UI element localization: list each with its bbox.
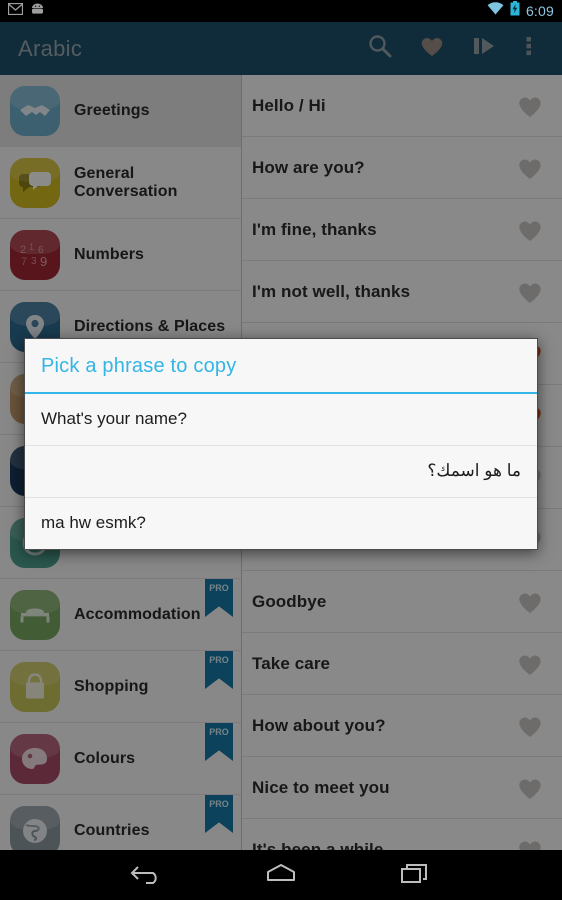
home-button[interactable] xyxy=(246,850,316,900)
android-navigation-bar xyxy=(0,850,562,900)
dialog-title: Pick a phrase to copy xyxy=(41,355,237,377)
android-robot-icon xyxy=(30,2,45,20)
dialog-option-english[interactable]: What's your name? xyxy=(25,394,537,446)
dialog-title-bar: Pick a phrase to copy xyxy=(25,339,537,394)
device-screen: 6:09 Arabic Greetings General Conversati… xyxy=(0,0,562,900)
home-icon xyxy=(264,861,298,890)
recent-apps-icon xyxy=(400,861,430,890)
status-bar: 6:09 xyxy=(0,0,562,22)
copy-phrase-dialog: Pick a phrase to copy What's your name? … xyxy=(24,338,538,550)
back-button[interactable] xyxy=(112,850,182,900)
status-bar-notifications xyxy=(7,2,45,20)
battery-charging-icon xyxy=(510,1,520,21)
status-bar-system-icons: 6:09 xyxy=(487,1,554,21)
wifi-icon xyxy=(487,2,504,20)
dialog-option-arabic[interactable]: ما هو اسمك؟ xyxy=(25,446,537,498)
dialog-option-transliteration[interactable]: ma hw esmk? xyxy=(25,498,537,549)
recents-button[interactable] xyxy=(380,850,450,900)
gmail-icon xyxy=(7,2,24,20)
status-bar-clock: 6:09 xyxy=(525,3,554,19)
back-arrow-icon xyxy=(129,861,165,890)
